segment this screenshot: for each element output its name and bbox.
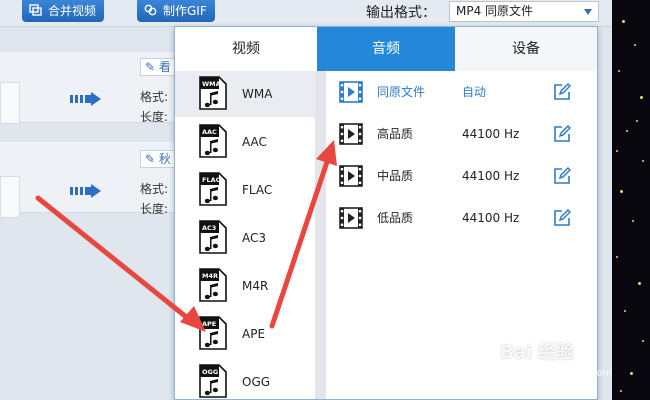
- convert-arrow-icon: [70, 92, 101, 106]
- sparkle: [630, 372, 633, 375]
- quality-rate: 44100 Hz: [462, 211, 520, 225]
- edit-icon[interactable]: [553, 209, 571, 227]
- tab-video[interactable]: 视频: [175, 27, 317, 71]
- watermark-url: jingyan.baidu.com: [520, 368, 613, 379]
- quality-rate: 自动: [462, 85, 487, 99]
- quality-name: 同原文件: [377, 85, 426, 99]
- audio-file-icon: OGG: [199, 364, 227, 398]
- quality-option[interactable]: 同原文件 自动: [327, 71, 597, 113]
- format-item-label: AC3: [242, 231, 267, 245]
- format-item-flac[interactable]: FLAC FLAC: [175, 167, 315, 213]
- quality-option[interactable]: 高品质 44100 Hz: [327, 113, 597, 155]
- merge-video-button[interactable]: 合并视频: [22, 0, 105, 22]
- gif-icon: [144, 4, 157, 16]
- output-format-select[interactable]: MP4 同原文件: [449, 1, 599, 22]
- file-row: ✎ 看 格式: 长度:: [0, 52, 180, 124]
- format-item-wma[interactable]: WMA WMA: [175, 71, 315, 117]
- film-icon: [339, 207, 363, 229]
- quality-option[interactable]: 低品质 44100 Hz: [327, 197, 597, 239]
- tab-audio[interactable]: 音频: [317, 27, 455, 71]
- video-converter-window: 合并视频 制作GIF 输出格式： MP4 同原文件 ✎ 看 格式: 长度: ✎ …: [0, 0, 650, 400]
- format-item-label: AAC: [242, 135, 267, 149]
- edit-icon[interactable]: [553, 167, 571, 185]
- chevron-down-icon[interactable]: [584, 9, 592, 15]
- format-badge: APE: [202, 320, 216, 328]
- watermark-text: Bai 经验: [500, 342, 575, 363]
- format-badge: AAC: [202, 128, 217, 136]
- file-thumbnail: [0, 82, 20, 124]
- audio-file-icon: APE: [199, 316, 227, 350]
- audio-file-icon: AC3: [199, 220, 227, 254]
- film-icon: [339, 165, 363, 187]
- format-badge: OGG: [202, 368, 218, 376]
- file-thumbnail: [0, 176, 20, 218]
- quality-rate: 44100 Hz: [462, 169, 520, 183]
- make-gif-label: 制作GIF: [163, 4, 207, 18]
- format-badge: FLAC: [202, 176, 221, 184]
- quality-rate: 44100 Hz: [462, 127, 520, 141]
- audio-file-icon: M4R: [199, 268, 227, 302]
- quality-name: 高品质: [377, 127, 414, 141]
- sparkle: [620, 190, 623, 193]
- film-icon: [339, 81, 363, 103]
- sparkle: [626, 130, 628, 132]
- format-item-label: WMA: [242, 87, 273, 101]
- format-label: 格式:: [140, 90, 169, 104]
- sparkle: [642, 160, 644, 162]
- sparkle: [634, 44, 636, 46]
- format-item-label: APE: [242, 327, 266, 341]
- audio-file-icon: FLAC: [199, 172, 227, 206]
- format-item-aac[interactable]: AAC AAC: [175, 119, 315, 165]
- sparkle: [636, 120, 638, 122]
- format-item-ape[interactable]: APE APE: [175, 311, 315, 357]
- audio-format-list: WMA WMA AAC AAC FLAC FLAC AC3 AC3 M4R M4R APE APE OG…: [175, 71, 316, 399]
- sparkle: [638, 282, 641, 285]
- background-dark-panel: [612, 0, 650, 400]
- file-edit-label: 看: [158, 60, 171, 74]
- output-format-value: MP4 同原文件: [456, 4, 534, 18]
- format-item-ogg[interactable]: OGG OGG: [175, 359, 315, 399]
- sparkle: [640, 96, 643, 99]
- quality-option[interactable]: 中品质 44100 Hz: [327, 155, 597, 197]
- merge-video-label: 合并视频: [48, 4, 97, 18]
- audio-file-icon: WMA: [199, 76, 227, 110]
- format-badge: AC3: [202, 224, 216, 232]
- file-edit-label: 秋: [158, 152, 171, 166]
- format-item-m4r[interactable]: M4R M4R: [175, 263, 315, 309]
- quality-name: 低品质: [377, 211, 414, 225]
- sparkle: [642, 340, 644, 342]
- file-row: ✎ 秋 格式: 长度:: [0, 142, 180, 218]
- quality-name: 中品质: [377, 169, 414, 183]
- format-item-label: OGG: [242, 375, 271, 389]
- edit-icon[interactable]: [553, 83, 571, 101]
- top-toolbar: 合并视频 制作GIF 输出格式： MP4 同原文件: [0, 0, 612, 27]
- sparkle: [622, 20, 625, 23]
- format-badge: WMA: [202, 80, 221, 88]
- format-list-scrollbar[interactable]: [316, 71, 326, 399]
- merge-icon: [29, 4, 42, 16]
- length-label: 长度:: [140, 110, 169, 124]
- edit-icon[interactable]: [553, 125, 571, 143]
- convert-arrow-icon: [70, 184, 101, 198]
- film-icon: [339, 123, 363, 145]
- sparkle: [616, 256, 618, 258]
- sparkle: [618, 70, 620, 72]
- format-badge: M4R: [202, 272, 218, 280]
- sparkle: [620, 390, 622, 392]
- format-label: 格式:: [140, 182, 169, 196]
- length-label: 长度:: [140, 202, 169, 216]
- sparkle: [632, 220, 634, 222]
- format-item-label: M4R: [242, 279, 269, 293]
- sparkle: [624, 310, 626, 312]
- format-item-ac3[interactable]: AC3 AC3: [175, 215, 315, 261]
- format-item-label: FLAC: [242, 183, 273, 197]
- output-format-label: 输出格式：: [366, 5, 436, 21]
- make-gif-button[interactable]: 制作GIF: [137, 0, 215, 22]
- sparkle: [616, 150, 618, 152]
- tab-device[interactable]: 设备: [455, 27, 597, 71]
- audio-file-icon: AAC: [199, 124, 227, 158]
